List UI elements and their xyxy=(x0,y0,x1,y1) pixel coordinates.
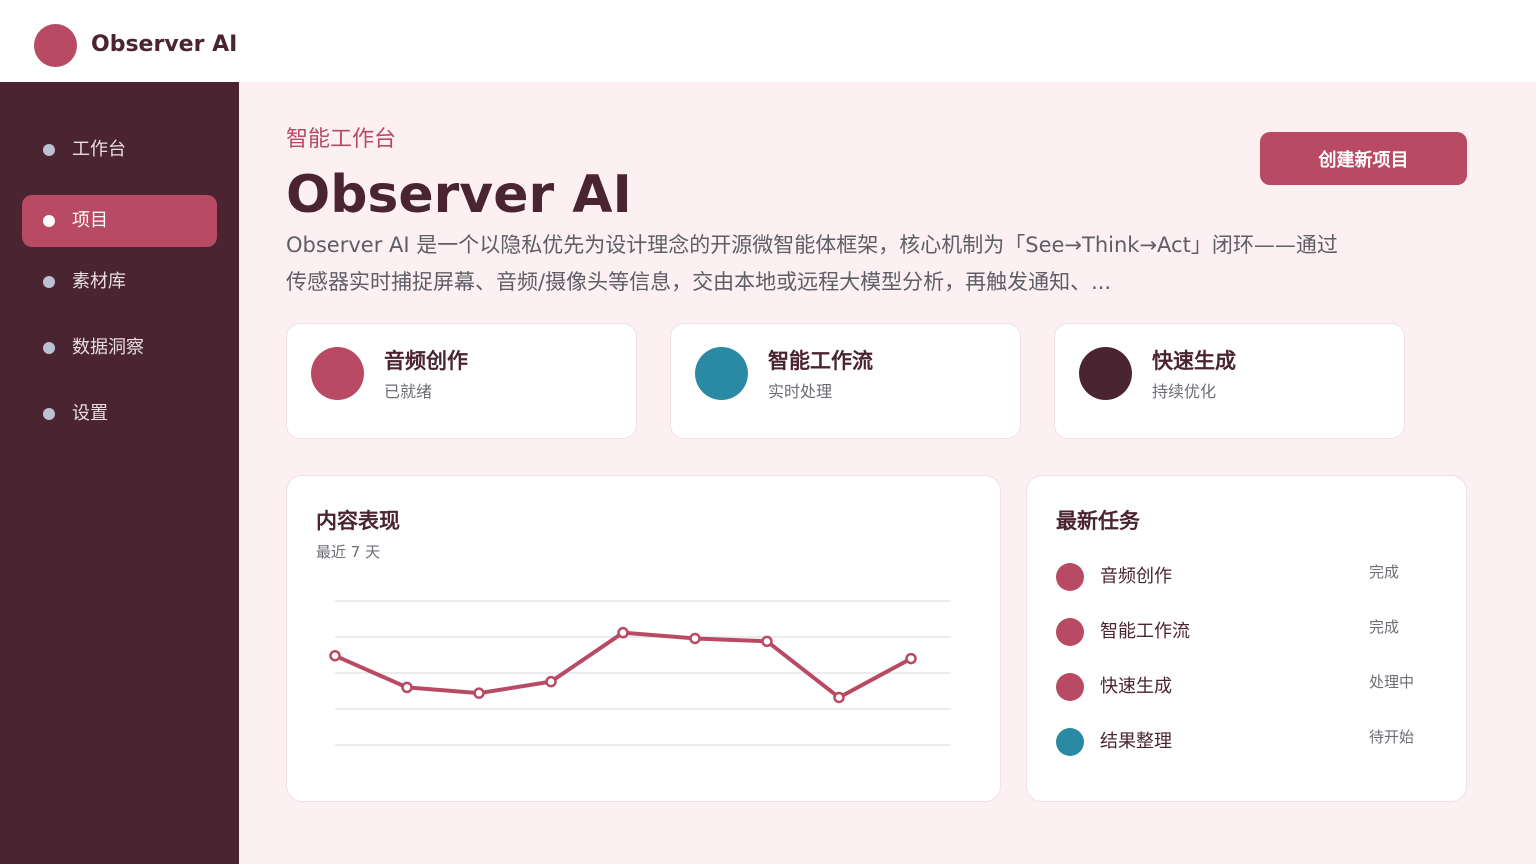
task-status-icon xyxy=(1056,728,1084,756)
tasks-panel: 最新任务 音频创作 完成 智能工作流 完成 快速生成 处理中 结果整理 待开始 xyxy=(1026,475,1467,802)
create-project-button[interactable]: 创建新项目 xyxy=(1260,132,1467,185)
tasks-title: 最新任务 xyxy=(1056,509,1140,533)
stat-title: 智能工作流 xyxy=(768,349,873,373)
stat-card-audio[interactable]: 音频创作 已就绪 xyxy=(286,323,637,439)
chart-series-line xyxy=(334,630,912,700)
stat-title: 音频创作 xyxy=(384,349,468,373)
sidebar-item-label: 工作台 xyxy=(72,139,126,160)
task-status: 完成 xyxy=(1369,618,1400,636)
page-eyebrow: 智能工作台 xyxy=(286,127,397,152)
sidebar-item-insights[interactable]: 数据洞察 xyxy=(22,322,217,374)
sidebar-item-label: 素材库 xyxy=(72,271,126,292)
task-row[interactable]: 快速生成 处理中 xyxy=(1056,672,1436,702)
task-row[interactable]: 音频创作 完成 xyxy=(1056,562,1436,592)
sidebar-item-projects[interactable]: 项目 xyxy=(22,195,217,247)
sidebar-item-workbench[interactable]: 工作台 xyxy=(22,124,217,176)
chart-point[interactable] xyxy=(689,632,701,645)
page-description: Observer AI 是一个以隐私优先为设计理念的开源微智能体框架，核心机制为… xyxy=(286,233,1338,294)
chart-point[interactable] xyxy=(833,691,845,704)
task-label: 智能工作流 xyxy=(1100,621,1190,642)
chart-point[interactable] xyxy=(545,675,557,688)
top-bar: Observer AI xyxy=(0,0,1536,82)
sidebar: 工作台 项目 素材库 数据洞察 设置 xyxy=(0,82,239,864)
task-row[interactable]: 结果整理 待开始 xyxy=(1056,727,1436,757)
stat-card-workflow[interactable]: 智能工作流 实时处理 xyxy=(670,323,1021,439)
chart-point[interactable] xyxy=(329,649,341,662)
task-row[interactable]: 智能工作流 完成 xyxy=(1056,617,1436,647)
stat-subtitle: 实时处理 xyxy=(768,382,833,401)
task-status-icon xyxy=(1056,673,1084,701)
chart-point[interactable] xyxy=(401,681,413,694)
sidebar-item-label: 项目 xyxy=(72,210,108,231)
sidebar-item-label: 设置 xyxy=(72,403,108,424)
sidebar-item-settings[interactable]: 设置 xyxy=(22,388,217,440)
app-name: Observer AI xyxy=(91,32,238,57)
sidebar-item-library[interactable]: 素材库 xyxy=(22,256,217,308)
chart-point[interactable] xyxy=(761,635,773,648)
dot-icon xyxy=(43,215,55,227)
task-status-icon xyxy=(1056,563,1084,591)
task-status-icon xyxy=(1056,618,1084,646)
task-status: 完成 xyxy=(1369,563,1400,581)
chart-point[interactable] xyxy=(905,652,917,665)
chart-point[interactable] xyxy=(617,626,629,639)
sidebar-item-label: 数据洞察 xyxy=(72,337,144,358)
dot-icon xyxy=(43,408,55,420)
chart-point[interactable] xyxy=(473,687,485,699)
stat-circle-icon xyxy=(311,347,364,400)
task-status: 处理中 xyxy=(1369,673,1415,691)
stat-card-generate[interactable]: 快速生成 持续优化 xyxy=(1054,323,1405,439)
performance-panel: 内容表现 最近 7 天 xyxy=(286,475,1001,802)
task-label: 音频创作 xyxy=(1100,566,1172,587)
page-title: Observer AI xyxy=(286,165,632,225)
stat-circle-icon xyxy=(1079,347,1132,400)
dot-icon xyxy=(43,144,55,156)
stat-subtitle: 持续优化 xyxy=(1152,382,1217,401)
performance-line-chart xyxy=(329,600,951,746)
dot-icon xyxy=(43,342,55,354)
task-label: 结果整理 xyxy=(1100,731,1172,752)
task-label: 快速生成 xyxy=(1100,676,1172,697)
stat-title: 快速生成 xyxy=(1152,349,1236,373)
dot-icon xyxy=(43,276,55,288)
logo-icon xyxy=(34,24,77,67)
stat-subtitle: 已就绪 xyxy=(384,382,433,401)
task-status: 待开始 xyxy=(1369,728,1415,746)
stat-circle-icon xyxy=(695,347,748,400)
